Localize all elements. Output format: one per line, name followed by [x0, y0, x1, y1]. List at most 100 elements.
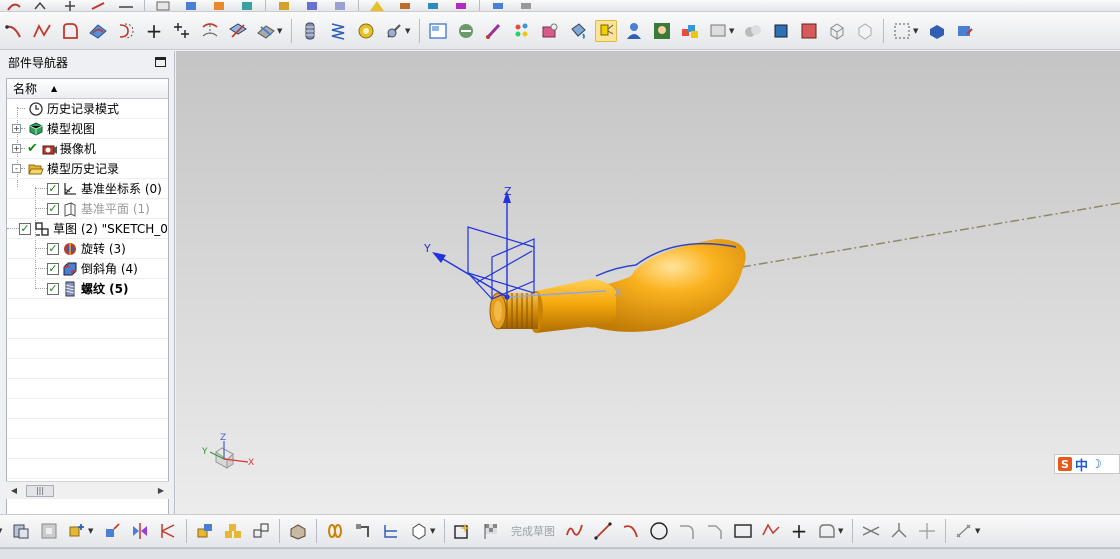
- coil-icon[interactable]: [355, 20, 377, 42]
- intersection-curve-icon[interactable]: [227, 20, 249, 42]
- line-icon[interactable]: [592, 520, 614, 542]
- layer-icon[interactable]: [516, 1, 536, 11]
- visibility-checkbox[interactable]: ✓: [47, 182, 59, 195]
- circle-icon[interactable]: [648, 520, 670, 542]
- corner-icon[interactable]: [916, 520, 938, 542]
- pattern-component-icon[interactable]: [222, 520, 244, 542]
- tree-item-datum-csys[interactable]: ✓ 基准坐标系 (0): [7, 179, 168, 199]
- view-box-icon[interactable]: [153, 1, 173, 11]
- part-edit-icon[interactable]: [954, 20, 976, 42]
- tree-item-sketch[interactable]: ✓ 草图 (2) "SKETCH_000": [7, 219, 168, 239]
- paint-icon[interactable]: [274, 1, 294, 11]
- expand-toggle[interactable]: +: [12, 144, 21, 153]
- expand-toggle[interactable]: +: [12, 124, 21, 133]
- wire-cube-icon[interactable]: [826, 20, 848, 42]
- sort-ascending-icon[interactable]: ▲: [51, 84, 57, 93]
- image-cube-icon[interactable]: [798, 20, 820, 42]
- shade-cube-icon[interactable]: [181, 1, 201, 11]
- grey-spheres-icon[interactable]: [742, 20, 764, 42]
- tree-item-model-views[interactable]: + 模型视图: [7, 119, 168, 139]
- tree-item-chamfer[interactable]: ✓ 倒斜角 (4): [7, 259, 168, 279]
- extend-icon[interactable]: [888, 520, 910, 542]
- user-icon[interactable]: [623, 20, 645, 42]
- fillet-shape-icon[interactable]: [59, 20, 81, 42]
- chain-link-icon[interactable]: [324, 520, 346, 542]
- fillet-icon[interactable]: [676, 520, 698, 542]
- arc-icon[interactable]: [3, 20, 25, 42]
- cube-view-icon[interactable]: [330, 1, 350, 11]
- warning-icon[interactable]: [367, 0, 387, 11]
- rectangle-icon[interactable]: [732, 520, 754, 542]
- render-icon[interactable]: [302, 1, 322, 11]
- drawing-sheet-icon[interactable]: [427, 20, 449, 42]
- section-icon[interactable]: [451, 1, 471, 11]
- hidden-cube-icon[interactable]: [854, 20, 876, 42]
- tree-item-history-mode[interactable]: 历史记录模式: [7, 99, 168, 119]
- trim-icon[interactable]: [860, 520, 882, 542]
- curve-tool-icon[interactable]: [116, 1, 136, 11]
- point-set-icon[interactable]: [171, 20, 193, 42]
- move-component-icon[interactable]: [101, 520, 123, 542]
- replace-component-icon[interactable]: [250, 520, 272, 542]
- iso-view-icon[interactable]: [926, 20, 948, 42]
- column-header-name[interactable]: 名称 ▲: [7, 79, 168, 99]
- brush-icon[interactable]: [483, 20, 505, 42]
- restore-window-icon[interactable]: [155, 57, 166, 67]
- plane-curve-icon[interactable]: [87, 20, 109, 42]
- visibility-checkbox[interactable]: ✓: [47, 202, 59, 215]
- ime-halfwidth-moon-icon[interactable]: ☽: [1091, 457, 1102, 471]
- dimension-icon[interactable]: [953, 520, 975, 542]
- model-canvas[interactable]: Z Y X Z Y X: [176, 51, 1120, 514]
- color-cubes-icon[interactable]: [679, 20, 701, 42]
- profile-tool-icon[interactable]: [564, 520, 586, 542]
- point-tool-icon[interactable]: [60, 0, 80, 11]
- tree-item-thread[interactable]: ✓ 螺纹 (5): [7, 279, 168, 299]
- visibility-checkbox[interactable]: ✓: [47, 282, 59, 295]
- analysis-tool-icon[interactable]: [455, 20, 477, 42]
- scroll-left-icon[interactable]: ◀: [6, 486, 22, 495]
- component-view-icon[interactable]: [38, 520, 60, 542]
- portrait-icon[interactable]: [651, 20, 673, 42]
- finish-sketch-button[interactable]: 完成草图: [511, 523, 555, 539]
- scroll-thumb[interactable]: |||: [26, 484, 54, 497]
- add-component-icon[interactable]: [66, 520, 88, 542]
- tree-item-revolve[interactable]: ✓ 旋转 (3): [7, 239, 168, 259]
- polygon-icon[interactable]: [760, 520, 782, 542]
- graphics-viewport[interactable]: Z Y X Z Y X S 中 ☽: [176, 51, 1120, 514]
- analysis-icon[interactable]: [423, 1, 443, 11]
- sketch-point-icon[interactable]: +: [788, 520, 810, 542]
- sogou-logo-icon[interactable]: S: [1058, 457, 1072, 471]
- satellite-icon[interactable]: [383, 20, 405, 42]
- ime-toolbar[interactable]: S 中 ☽: [1054, 454, 1120, 474]
- routing-icon[interactable]: [352, 520, 374, 542]
- section-curve-icon[interactable]: [255, 20, 277, 42]
- tree-item-datum-plane[interactable]: ✓ 基准平面 (1): [7, 199, 168, 219]
- solid-cube-icon[interactable]: [770, 20, 792, 42]
- sheet-metal-icon[interactable]: [287, 520, 309, 542]
- spline-tool-icon[interactable]: [32, 1, 52, 11]
- ime-mode-chinese[interactable]: 中: [1075, 455, 1088, 474]
- fit-view-icon[interactable]: [891, 20, 913, 42]
- helix-icon[interactable]: [299, 20, 321, 42]
- hierarchy-icon[interactable]: [380, 520, 402, 542]
- arc-tool-icon[interactable]: [4, 1, 24, 11]
- create-sketch-icon[interactable]: [452, 520, 474, 542]
- offset-icon[interactable]: [816, 520, 838, 542]
- project-curve-icon[interactable]: [199, 20, 221, 42]
- horizontal-scrollbar[interactable]: ◀ ||| ▶: [6, 481, 169, 499]
- assembly-icon[interactable]: [10, 520, 32, 542]
- wave-link-icon[interactable]: [194, 520, 216, 542]
- chamfer-sketch-icon[interactable]: [704, 520, 726, 542]
- constraint-icon[interactable]: [157, 520, 179, 542]
- mirror-assembly-icon[interactable]: [129, 520, 151, 542]
- scroll-right-icon[interactable]: ▶: [153, 486, 169, 495]
- highlight-tool-icon[interactable]: [595, 19, 617, 42]
- extrude-icon[interactable]: [237, 1, 257, 11]
- material-icon[interactable]: [539, 20, 561, 42]
- studio-spline-icon[interactable]: [31, 20, 53, 42]
- point-plus-icon[interactable]: +: [143, 20, 165, 42]
- visibility-checkbox[interactable]: ✓: [47, 262, 59, 275]
- finish-sketch-flag-icon[interactable]: [480, 520, 502, 542]
- display-option-icon[interactable]: [707, 20, 729, 42]
- visibility-checkbox[interactable]: ✓: [47, 242, 59, 255]
